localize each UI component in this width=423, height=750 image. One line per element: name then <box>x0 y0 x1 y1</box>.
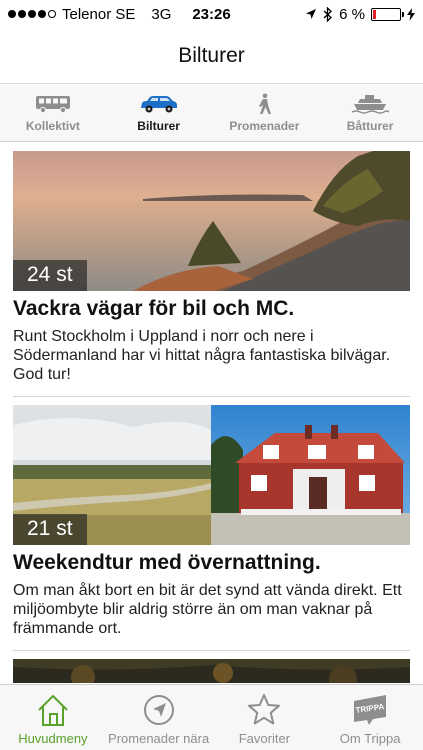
coastal-road-photo: 24 st <box>13 151 410 291</box>
boat-icon <box>351 95 390 114</box>
car-icon <box>140 96 177 113</box>
star-icon <box>248 694 281 725</box>
bluetooth-icon <box>323 6 333 22</box>
nav-bar: Bilturer <box>0 28 423 84</box>
home-icon <box>38 694 68 726</box>
battery-percent: 6 % <box>339 5 365 23</box>
tab-promenader[interactable]: Promenader <box>212 85 318 141</box>
trip-card[interactable]: 21 st Weekendtur med övernattning. Om ma… <box>0 405 423 651</box>
card-title: Weekendtur med övernattning. <box>13 551 321 574</box>
compass-icon <box>143 695 174 725</box>
trip-card[interactable]: 24 st Vackra vägar för bil och MC. Runt … <box>0 151 423 397</box>
trippa-logo-icon: TRIPPA <box>354 695 387 725</box>
tab-label-kollektivt: Kollektivt <box>25 119 80 133</box>
tab-bar: Huvudmeny Promenader nära Favoriter TRIP… <box>0 684 423 750</box>
location-arrow-icon <box>306 9 317 19</box>
tab-om-trippa[interactable]: TRIPPA Om Trippa <box>317 685 423 750</box>
tab-promenader-nara[interactable]: Promenader nära <box>106 685 212 750</box>
card-description: Om man åkt bort en bit är det synd att v… <box>13 582 402 637</box>
tab-favoriter[interactable]: Favoriter <box>212 685 318 750</box>
tab-label-huvudmeny: Huvudmeny <box>18 731 88 746</box>
tab-label-om-trippa: Om Trippa <box>339 731 401 746</box>
walker-icon <box>259 93 272 114</box>
card-divider <box>13 396 410 397</box>
tab-label-promenader: Promenader <box>229 119 300 133</box>
weekend-house-photo: 21 st <box>13 405 410 545</box>
card-description: Runt Stockholm i Uppland i norr och nere… <box>13 328 391 383</box>
tab-label-batturer: Båtturer <box>346 119 394 133</box>
tab-label-promenader-nara: Promenader nära <box>108 731 210 746</box>
tab-bilturer[interactable]: Bilturer <box>106 85 212 141</box>
signal-strength-icon <box>8 10 56 18</box>
trip-count-badge: 24 st <box>13 260 87 291</box>
page-title: Bilturer <box>178 43 245 67</box>
tab-label-favoriter: Favoriter <box>238 731 291 746</box>
battery-icon <box>371 7 404 21</box>
tab-batturer[interactable]: Båtturer <box>317 85 423 141</box>
card-divider <box>13 650 410 651</box>
trip-feed[interactable]: 24 st Vackra vägar för bil och MC. Runt … <box>0 143 423 683</box>
status-bar: Telenor SE 3G 23:26 6 % <box>0 0 423 28</box>
charging-bolt-icon <box>407 7 415 21</box>
category-tabs: Kollektivt Bilturer Promenader Båtturer <box>0 85 423 142</box>
tab-kollektivt[interactable]: Kollektivt <box>0 85 106 141</box>
bus-icon <box>35 96 70 114</box>
forest-photo <box>13 659 410 683</box>
tab-huvudmeny[interactable]: Huvudmeny <box>0 685 106 750</box>
card-title: Vackra vägar för bil och MC. <box>13 297 295 320</box>
network-type: 3G <box>151 5 172 23</box>
trip-card[interactable] <box>0 659 423 683</box>
carrier-name: Telenor SE <box>62 5 136 23</box>
trip-count-badge: 21 st <box>13 514 87 545</box>
tab-label-bilturer: Bilturer <box>137 119 180 133</box>
